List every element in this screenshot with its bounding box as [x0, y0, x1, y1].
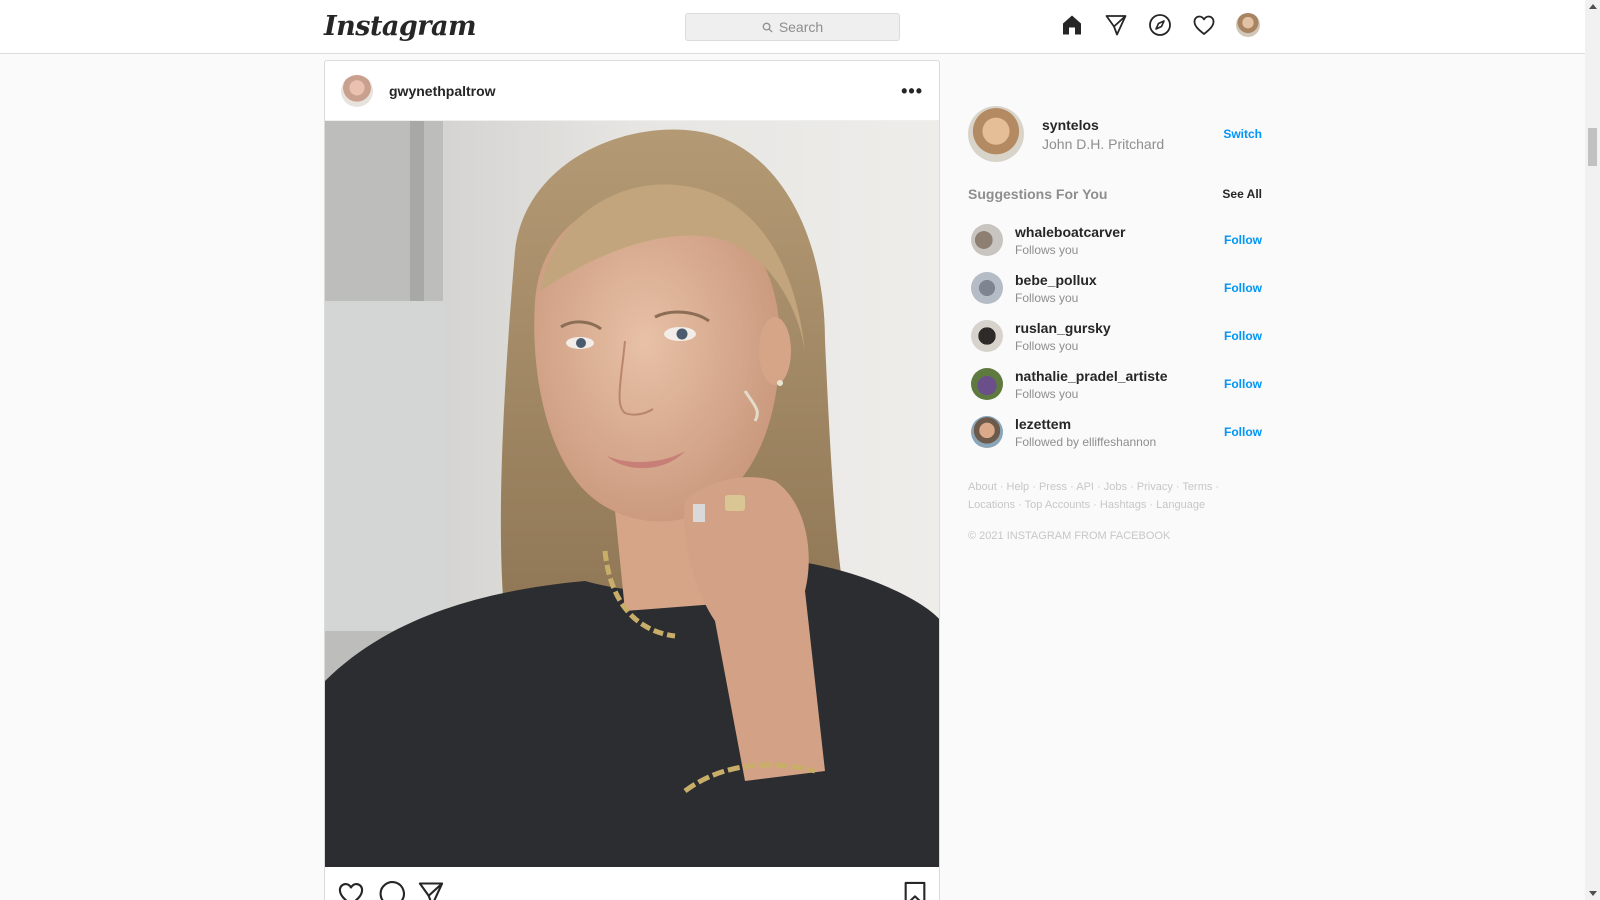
- portrait-photo-illustration: [325, 121, 939, 867]
- suggestion-username[interactable]: bebe_pollux: [1015, 272, 1097, 288]
- instagram-logo[interactable]: Instagram: [324, 11, 477, 42]
- suggestion-avatar[interactable]: [971, 320, 1003, 352]
- post-actions-bar: [325, 867, 939, 900]
- scroll-up-arrow-icon[interactable]: [1589, 4, 1597, 9]
- like-icon[interactable]: [337, 880, 365, 900]
- follow-button[interactable]: Follow: [1224, 281, 1262, 295]
- current-user-info: syntelos John D.H. Pritchard: [1042, 117, 1164, 152]
- post-photo[interactable]: [325, 121, 939, 867]
- suggestion-username[interactable]: nathalie_pradel_artiste: [1015, 368, 1168, 384]
- footer-link-press[interactable]: Press: [1039, 481, 1067, 493]
- footer-link-api[interactable]: API: [1076, 481, 1094, 493]
- footer-link-privacy[interactable]: Privacy: [1137, 481, 1173, 493]
- direct-icon[interactable]: [1104, 13, 1128, 37]
- footer-link-hashtags[interactable]: Hashtags: [1100, 499, 1146, 511]
- suggestion-subtitle: Follows you: [1015, 290, 1079, 305]
- explore-icon[interactable]: [1148, 13, 1172, 37]
- follow-button[interactable]: Follow: [1224, 233, 1262, 247]
- footer-link-about[interactable]: About: [968, 481, 997, 493]
- save-icon[interactable]: [901, 880, 929, 900]
- suggestion-info: lezettem Followed by elliffeshannon: [1015, 416, 1156, 449]
- suggestion-avatar[interactable]: [971, 368, 1003, 400]
- current-user-avatar[interactable]: [968, 106, 1024, 162]
- suggestion-item: whaleboatcarver Follows you Follow: [968, 216, 1262, 264]
- comment-icon[interactable]: [377, 880, 405, 900]
- footer-link-jobs[interactable]: Jobs: [1104, 481, 1127, 493]
- suggestion-username[interactable]: lezettem: [1015, 416, 1156, 432]
- footer-links: About · Help · Press · API · Jobs · Priv…: [968, 481, 1220, 511]
- suggestion-avatar[interactable]: [971, 272, 1003, 304]
- suggestions-list: whaleboatcarver Follows you Follow bebe_…: [968, 216, 1262, 456]
- suggestion-info: whaleboatcarver Follows you: [1015, 224, 1126, 257]
- suggestion-subtitle: Follows you: [1015, 338, 1079, 353]
- suggestions-title: Suggestions For You: [968, 186, 1108, 202]
- switch-account-button[interactable]: Switch: [1223, 127, 1262, 141]
- share-icon[interactable]: [417, 880, 445, 900]
- footer-link-language[interactable]: Language: [1156, 499, 1205, 511]
- suggestion-info: nathalie_pradel_artiste Follows you: [1015, 368, 1168, 401]
- more-options-icon[interactable]: •••: [901, 82, 923, 100]
- home-icon[interactable]: [1060, 13, 1084, 37]
- suggestion-info: bebe_pollux Follows you: [1015, 272, 1097, 305]
- scroll-down-arrow-icon[interactable]: [1589, 891, 1597, 896]
- current-user-username[interactable]: syntelos: [1042, 117, 1164, 133]
- follow-button[interactable]: Follow: [1224, 377, 1262, 391]
- profile-avatar[interactable]: [1236, 13, 1260, 37]
- feed-post: gwynethpaltrow •••: [324, 60, 940, 900]
- suggestion-username[interactable]: ruslan_gursky: [1015, 320, 1111, 336]
- copyright-text: © 2021 Instagram from Facebook: [968, 530, 1171, 542]
- suggestion-item: bebe_pollux Follows you Follow: [968, 264, 1262, 312]
- activity-heart-icon[interactable]: [1192, 13, 1216, 37]
- suggestion-subtitle: Followed by elliffeshannon: [1015, 434, 1157, 449]
- top-navigation-bar: Instagram Search: [0, 0, 1585, 54]
- search-placeholder: Search: [778, 19, 824, 35]
- follow-button[interactable]: Follow: [1224, 329, 1262, 343]
- footer-link-help[interactable]: Help: [1007, 481, 1030, 493]
- suggestion-subtitle: Follows you: [1015, 386, 1079, 401]
- current-user-card: syntelos John D.H. Pritchard Switch: [968, 106, 1262, 162]
- footer-link-top-accounts[interactable]: Top Accounts: [1025, 499, 1090, 511]
- suggestion-item: lezettem Followed by elliffeshannon Foll…: [968, 408, 1262, 456]
- suggestion-item: ruslan_gursky Follows you Follow: [968, 312, 1262, 360]
- post-author-avatar[interactable]: [341, 74, 373, 107]
- post-author-username[interactable]: gwynethpaltrow: [389, 83, 496, 99]
- see-all-button[interactable]: See All: [1222, 187, 1262, 201]
- suggestions-header: Suggestions For You See All: [968, 186, 1262, 202]
- follow-button[interactable]: Follow: [1224, 425, 1262, 439]
- current-user-fullname: John D.H. Pritchard: [1042, 135, 1165, 152]
- suggestion-subtitle: Follows you: [1015, 242, 1079, 257]
- suggestion-item: nathalie_pradel_artiste Follows you Foll…: [968, 360, 1262, 408]
- suggestion-info: ruslan_gursky Follows you: [1015, 320, 1111, 353]
- post-header: gwynethpaltrow •••: [325, 61, 939, 121]
- suggestion-username[interactable]: whaleboatcarver: [1015, 224, 1126, 240]
- scroll-thumb[interactable]: [1588, 128, 1597, 166]
- footer-link-locations[interactable]: Locations: [968, 499, 1015, 511]
- search-icon: [762, 22, 773, 33]
- search-input[interactable]: Search: [685, 13, 900, 41]
- page-scrollbar[interactable]: [1585, 0, 1600, 900]
- footer-link-terms[interactable]: Terms: [1182, 481, 1212, 493]
- suggestion-avatar[interactable]: [971, 416, 1003, 448]
- suggestion-avatar[interactable]: [971, 224, 1003, 256]
- nav-icons: [1060, 13, 1260, 37]
